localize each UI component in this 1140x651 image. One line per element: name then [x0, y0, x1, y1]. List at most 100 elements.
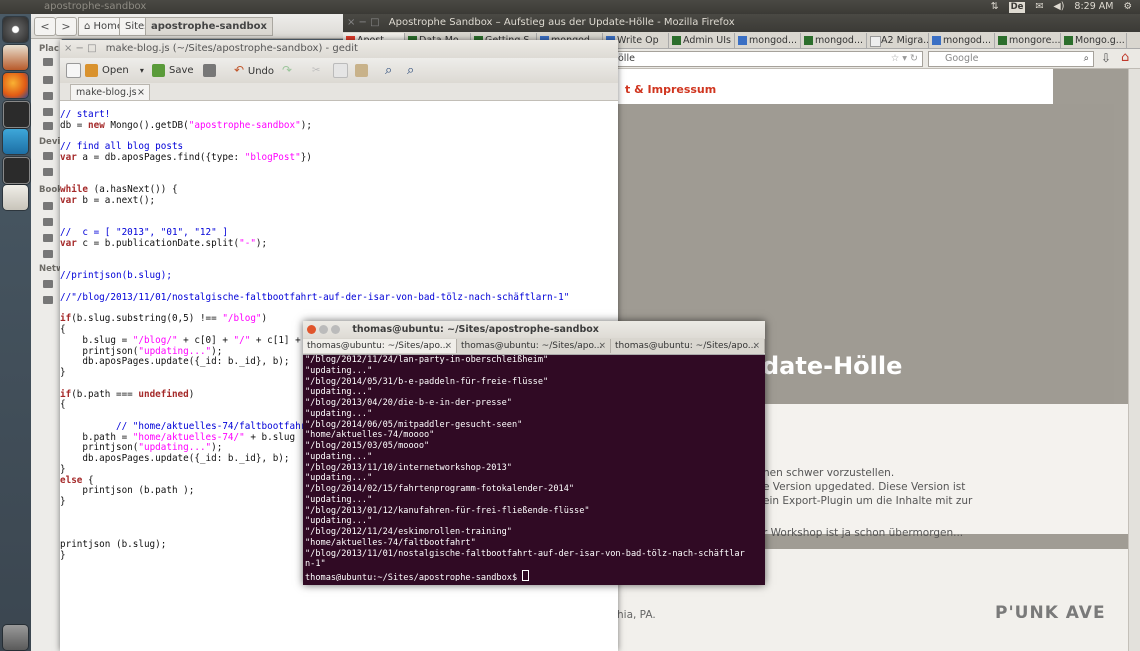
mail-icon[interactable]: ✉: [1035, 0, 1043, 14]
paste-icon[interactable]: [355, 62, 372, 79]
file-manager-window: Plac Devi Book Netw: [31, 14, 64, 651]
terminal-title: thomas@ubuntu: ~/Sites/apostrophe-sandbo…: [352, 324, 599, 335]
page-text: nen schwer vorzustellen. e Version upged…: [763, 467, 973, 539]
desktop-icon[interactable]: [43, 92, 53, 100]
close-icon: ×: [444, 341, 452, 351]
keyboard-layout-indicator[interactable]: De: [1008, 1, 1026, 13]
search-icon[interactable]: ⌕: [1084, 52, 1089, 66]
copy-icon[interactable]: [333, 62, 352, 79]
terminal-line: "updating...": [305, 408, 373, 419]
undo-button[interactable]: ↶ Undo: [234, 62, 274, 79]
bookmark-folder-icon-2[interactable]: [43, 218, 53, 226]
browser-tab[interactable]: mongod...: [735, 33, 801, 48]
code-line: //printjson(b.slug);: [60, 270, 172, 282]
document-tab[interactable]: make-blog.js ×: [70, 84, 150, 100]
folder-icon[interactable]: [43, 76, 53, 84]
unity-launcher: [0, 14, 31, 651]
browser-tab[interactable]: Mongo.g...: [1061, 33, 1127, 48]
drive-icon-2[interactable]: [43, 168, 53, 176]
window-controls[interactable]: [307, 324, 343, 335]
close-icon[interactable]: ×: [137, 85, 145, 100]
download-icon[interactable]: [43, 108, 53, 116]
clock[interactable]: 8:29 AM: [1074, 0, 1113, 14]
url-input[interactable]: ölle ☆ ▾ ↻: [613, 51, 923, 67]
terminal-line: "/blog/2012/11/24/lan-party-in-oberschle…: [305, 355, 549, 365]
terminal-line: "updating...": [305, 516, 373, 527]
close-icon: ×: [598, 341, 606, 351]
redo-icon[interactable]: ↷: [282, 62, 292, 79]
terminal-tab[interactable]: thomas@ubuntu: ~/Sites/apo... ×: [457, 339, 611, 353]
firefox-title: Apostrophe Sandbox – Aufstieg aus der Up…: [388, 17, 735, 28]
network-icon[interactable]: [43, 280, 53, 288]
print-icon: [203, 63, 216, 77]
drive-icon[interactable]: [43, 152, 53, 160]
folder-open-icon: [85, 63, 98, 77]
star-icon[interactable]: ☆ ▾ ↻: [891, 52, 918, 66]
network-icon-2[interactable]: [43, 296, 53, 304]
terminal-line: "/blog/2013/11/01/nostalgische-faltbootf…: [305, 548, 745, 559]
text-editor-icon[interactable]: [3, 185, 28, 210]
music-icon[interactable]: [43, 122, 53, 130]
bookmark-folder-icon-3[interactable]: [43, 234, 53, 242]
new-button[interactable]: [66, 62, 85, 79]
bookmark-folder-icon[interactable]: [43, 202, 53, 210]
back-button[interactable]: <: [34, 17, 56, 36]
footer-text: hia, PA.: [617, 609, 656, 621]
open-button[interactable]: Open ▾: [85, 62, 144, 79]
gedit-title: make-blog.js (~/Sites/apostrophe-sandbox…: [105, 43, 358, 54]
terminal-titlebar: thomas@ubuntu: ~/Sites/apostrophe-sandbo…: [303, 321, 765, 338]
sublime-icon[interactable]: [3, 129, 28, 154]
home-icon[interactable]: ⌂: [1121, 50, 1129, 65]
print-button[interactable]: [203, 62, 220, 79]
terminal-icon[interactable]: [3, 101, 30, 128]
gedit-titlebar: × − □ make-blog.js (~/Sites/apostrophe-s…: [60, 40, 618, 58]
terminal-icon-2[interactable]: [3, 157, 30, 184]
cursor: [522, 570, 530, 581]
terminal-line: "/blog/2014/02/15/fahrtenprogramm-fotoka…: [305, 484, 575, 494]
search-icon[interactable]: ⌕: [385, 62, 392, 79]
sidebar-section-devices: Devi: [39, 137, 61, 147]
window-controls[interactable]: × − □: [347, 17, 380, 28]
recent-icon[interactable]: [43, 58, 53, 66]
files-icon[interactable]: [3, 45, 28, 70]
browser-tab[interactable]: Admin UIs: [669, 33, 735, 48]
trash-icon[interactable]: [3, 625, 28, 650]
window-controls[interactable]: × − □: [64, 43, 97, 54]
terminal-tab[interactable]: thomas@ubuntu: ~/Sites/apo... ×: [611, 339, 765, 353]
cut-icon[interactable]: ✂: [312, 62, 320, 79]
sidebar-section-places: Plac: [39, 44, 59, 54]
footer-logo: P'UNK AVE: [995, 603, 1106, 623]
volume-icon[interactable]: ◀): [1053, 0, 1064, 14]
bookmark-folder-icon-4[interactable]: [43, 250, 53, 258]
save-button[interactable]: Save: [152, 62, 194, 79]
download-icon[interactable]: ⇩: [1101, 51, 1111, 65]
firefox-titlebar: × − □ Apostrophe Sandbox – Aufstieg aus …: [343, 14, 1140, 32]
terminal-line: "/blog/2013/01/12/kanufahren-für-frei-fl…: [305, 505, 590, 516]
replace-icon[interactable]: ⌕: [407, 62, 414, 79]
gear-icon[interactable]: ⚙: [1123, 0, 1132, 14]
page-scrollbar[interactable]: [1128, 69, 1140, 651]
browser-tab[interactable]: A2 Migra...: [867, 33, 929, 48]
search-input[interactable]: Google ⌕: [928, 51, 1094, 67]
browser-tab[interactable]: mongore...: [995, 33, 1061, 48]
page-nav-strip: t & Impressum: [593, 69, 1053, 104]
browser-tab[interactable]: mongod...: [929, 33, 995, 48]
terminal-line: "updating...": [305, 451, 373, 462]
terminal-line: "home/aktuelles-74/moooo": [305, 430, 435, 441]
terminal-line: "/blog/2014/05/31/b-e-paddeln-für-freie-…: [305, 376, 549, 387]
page-nav-link[interactable]: t & Impressum: [625, 83, 716, 96]
network-icon[interactable]: ⇅: [991, 0, 999, 14]
breadcrumb-current[interactable]: apostrophe-sandbox: [145, 17, 273, 36]
terminal-prompt[interactable]: thomas@ubuntu:~/Sites/apostrophe-sandbox…: [305, 570, 761, 581]
terminal-output[interactable]: "/blog/2012/11/24/lan-party-in-oberschle…: [305, 355, 761, 581]
dash-home-icon[interactable]: [3, 17, 28, 42]
file-manager-toolbar: < > ⌂ Home Sites apostrophe-sandbox: [31, 14, 361, 39]
terminal-tab-active[interactable]: thomas@ubuntu: ~/Sites/apo... ×: [303, 339, 457, 353]
browser-tab[interactable]: mongod...: [801, 33, 867, 48]
forward-button[interactable]: >: [55, 17, 77, 36]
firefox-icon[interactable]: [3, 73, 28, 98]
top-panel: apostrophe-sandbox ⇅ De ✉ ◀) 8:29 AM ⚙: [0, 0, 1140, 14]
